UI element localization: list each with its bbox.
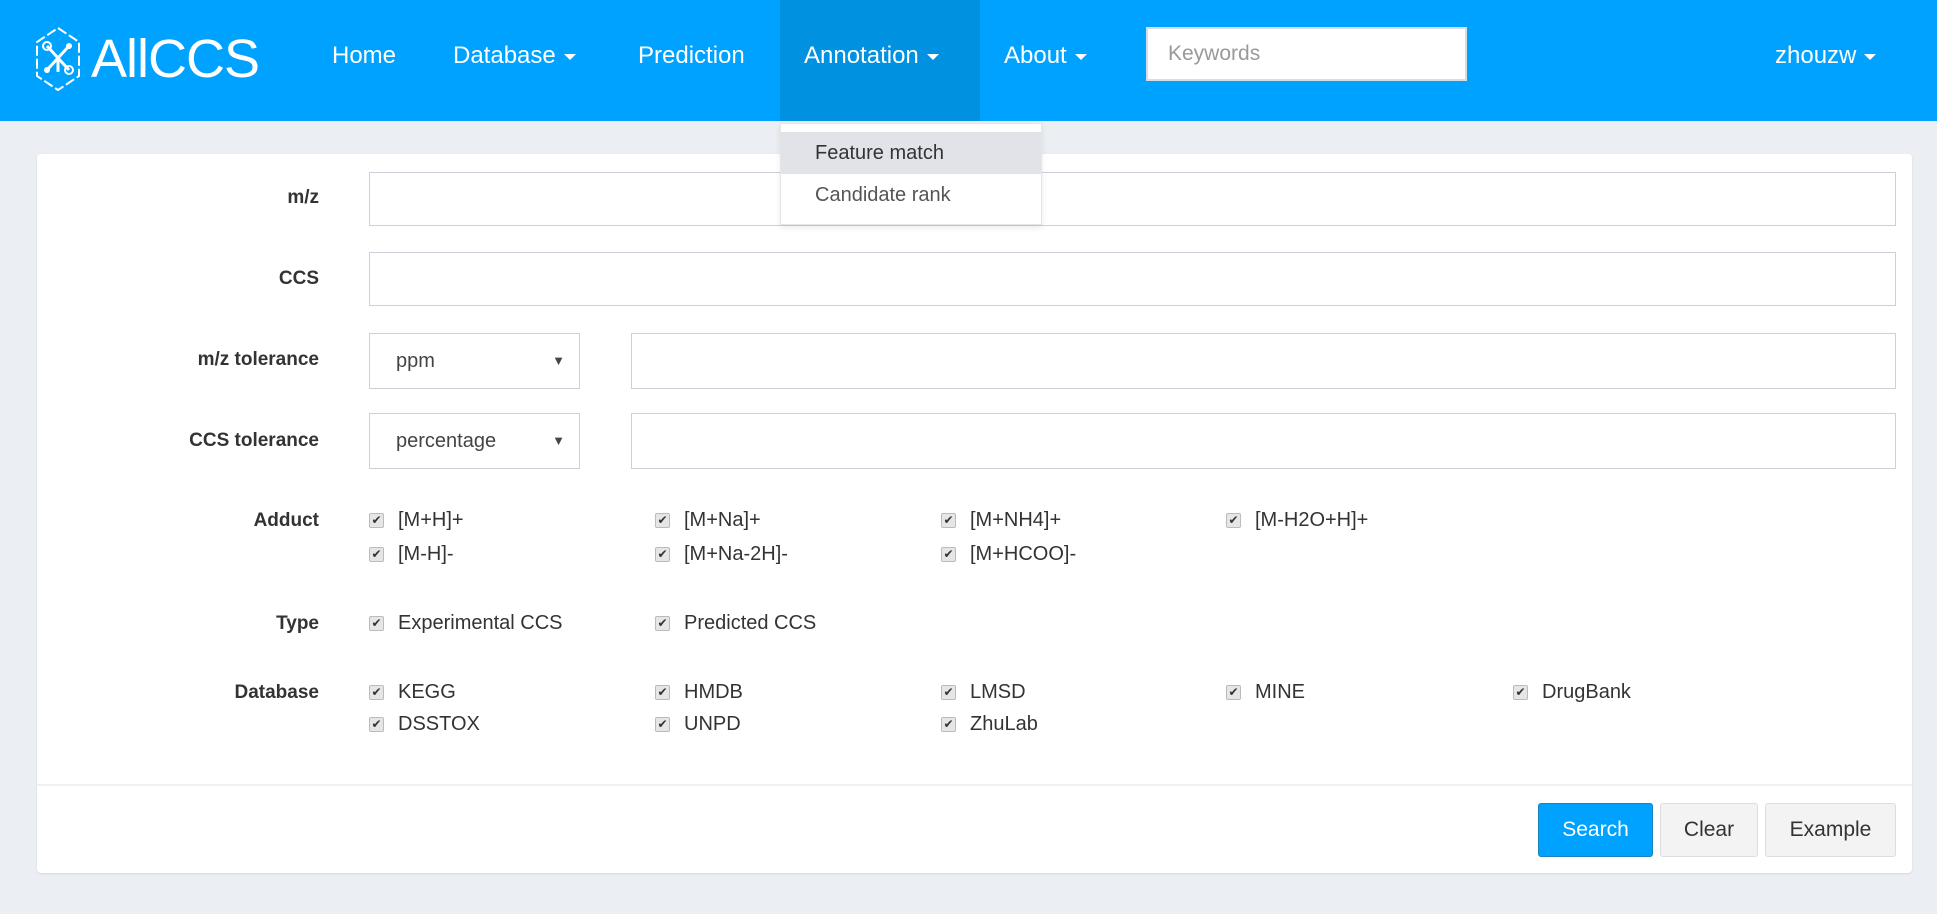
mz-tolerance-input[interactable] [631, 333, 1896, 389]
caret-down-icon [1864, 53, 1877, 60]
ccs-tolerance-label: CCS tolerance [189, 430, 319, 451]
checkbox-checked-icon: ✔ [369, 513, 384, 528]
molecule-hexagon-icon [36, 26, 80, 92]
type-checkbox[interactable]: ✔ Predicted CCS [655, 612, 816, 635]
nav-annotation[interactable]: Annotation [780, 0, 980, 121]
nav-label: Home [332, 42, 397, 69]
checkbox-checked-icon: ✔ [941, 513, 956, 528]
adduct-checkbox[interactable]: ✔ [M+NH4]+ [941, 509, 1061, 532]
checkbox-checked-icon: ✔ [941, 717, 956, 732]
checkbox-checked-icon: ✔ [655, 717, 670, 732]
keyword-search-input[interactable] [1146, 27, 1467, 81]
database-checkbox[interactable]: ✔ LMSD [941, 681, 1026, 704]
database-checkbox[interactable]: ✔ HMDB [655, 681, 743, 704]
checkbox-checked-icon: ✔ [369, 717, 384, 732]
checkbox-label: Experimental CCS [398, 612, 563, 634]
checkbox-label: DrugBank [1542, 681, 1631, 703]
dropdown-arrow-icon: ▼ [552, 353, 565, 368]
type-checkbox[interactable]: ✔ Experimental CCS [369, 612, 563, 635]
database-checkbox[interactable]: ✔ DSSTOX [369, 713, 480, 736]
checkbox-label: KEGG [398, 681, 456, 703]
checkbox-label: UNPD [684, 713, 741, 735]
database-checkbox[interactable]: ✔ ZhuLab [941, 713, 1038, 736]
database-checkbox[interactable]: ✔ DrugBank [1513, 681, 1631, 704]
type-label: Type [276, 613, 319, 634]
checkbox-label: [M-H2O+H]+ [1255, 509, 1369, 531]
example-button[interactable]: Example [1765, 803, 1896, 857]
selected-value: ppm [396, 350, 435, 372]
nav-label: About [1004, 42, 1067, 69]
checkbox-checked-icon: ✔ [1513, 685, 1528, 700]
search-button[interactable]: Search [1538, 803, 1653, 857]
checkbox-label: [M+HCOO]- [970, 543, 1077, 565]
ccs-label: CCS [278, 268, 319, 289]
checkbox-label: HMDB [684, 681, 743, 703]
mz-tolerance-unit-select[interactable]: ppm ▼ [369, 333, 580, 389]
annotation-dropdown-menu: Feature match Candidate rank [780, 123, 1042, 225]
checkbox-checked-icon: ✔ [369, 685, 384, 700]
brand-name: AllCCS [91, 29, 260, 89]
username: zhouzw [1775, 42, 1857, 69]
adduct-checkbox[interactable]: ✔ [M+H]+ [369, 509, 464, 532]
checkbox-label: [M+H]+ [398, 509, 464, 531]
dropdown-arrow-icon: ▼ [552, 433, 565, 448]
database-checkbox[interactable]: ✔ MINE [1226, 681, 1305, 704]
database-checkbox[interactable]: ✔ KEGG [369, 681, 456, 704]
checkbox-label: Predicted CCS [684, 612, 817, 634]
nav-prediction[interactable]: Prediction [638, 0, 745, 121]
ccs-tolerance-unit-select[interactable]: percentage ▼ [369, 413, 580, 469]
checkbox-label: ZhuLab [970, 713, 1038, 735]
ccs-tolerance-input[interactable] [631, 413, 1896, 469]
caret-down-icon [1074, 53, 1087, 60]
checkbox-label: MINE [1255, 681, 1305, 703]
checkbox-checked-icon: ✔ [941, 547, 956, 562]
checkbox-checked-icon: ✔ [1226, 685, 1241, 700]
nav-label: Annotation [804, 42, 919, 69]
caret-down-icon [926, 53, 939, 60]
checkbox-label: [M-H]- [398, 543, 454, 565]
mz-input[interactable] [369, 172, 1896, 226]
nav-about[interactable]: About [1004, 0, 1087, 121]
selected-value: percentage [396, 430, 497, 452]
nav-home[interactable]: Home [332, 0, 396, 121]
nav-label: Prediction [638, 42, 745, 69]
database-checkbox[interactable]: ✔ UNPD [655, 713, 741, 736]
checkbox-label: [M+NH4]+ [970, 509, 1062, 531]
checkbox-checked-icon: ✔ [655, 616, 670, 631]
adduct-checkbox[interactable]: ✔ [M+Na]+ [655, 509, 761, 532]
adduct-label: Adduct [253, 510, 319, 531]
checkbox-checked-icon: ✔ [655, 547, 670, 562]
menu-item-candidate-rank[interactable]: Candidate rank [781, 174, 1041, 216]
caret-down-icon [563, 53, 576, 60]
nav-database[interactable]: Database [453, 0, 576, 121]
checkbox-checked-icon: ✔ [369, 547, 384, 562]
ccs-input[interactable] [369, 252, 1896, 306]
footer-divider [37, 784, 1912, 786]
brand-logo[interactable]: AllCCS [35, 26, 260, 92]
database-label: Database [234, 682, 320, 703]
checkbox-label: [M+Na-2H]- [684, 543, 788, 565]
clear-button[interactable]: Clear [1660, 803, 1758, 857]
nav-label: Database [453, 42, 556, 69]
menu-item-feature-match[interactable]: Feature match [781, 132, 1041, 174]
adduct-checkbox[interactable]: ✔ [M-H]- [369, 543, 454, 566]
checkbox-label: DSSTOX [398, 713, 480, 735]
checkbox-label: LMSD [970, 681, 1026, 703]
checkbox-checked-icon: ✔ [1226, 513, 1241, 528]
checkbox-checked-icon: ✔ [369, 616, 384, 631]
checkbox-label: [M+Na]+ [684, 509, 761, 531]
adduct-checkbox[interactable]: ✔ [M+Na-2H]- [655, 543, 788, 566]
user-menu[interactable]: zhouzw [1775, 0, 1877, 121]
checkbox-checked-icon: ✔ [655, 513, 670, 528]
checkbox-checked-icon: ✔ [655, 685, 670, 700]
mz-tolerance-label: m/z tolerance [197, 349, 319, 370]
adduct-checkbox[interactable]: ✔ [M+HCOO]- [941, 543, 1076, 566]
navbar: AllCCS Home Database Prediction Annotati… [0, 0, 1937, 121]
adduct-checkbox[interactable]: ✔ [M-H2O+H]+ [1226, 509, 1368, 532]
checkbox-checked-icon: ✔ [941, 685, 956, 700]
mz-label: m/z [287, 187, 319, 208]
